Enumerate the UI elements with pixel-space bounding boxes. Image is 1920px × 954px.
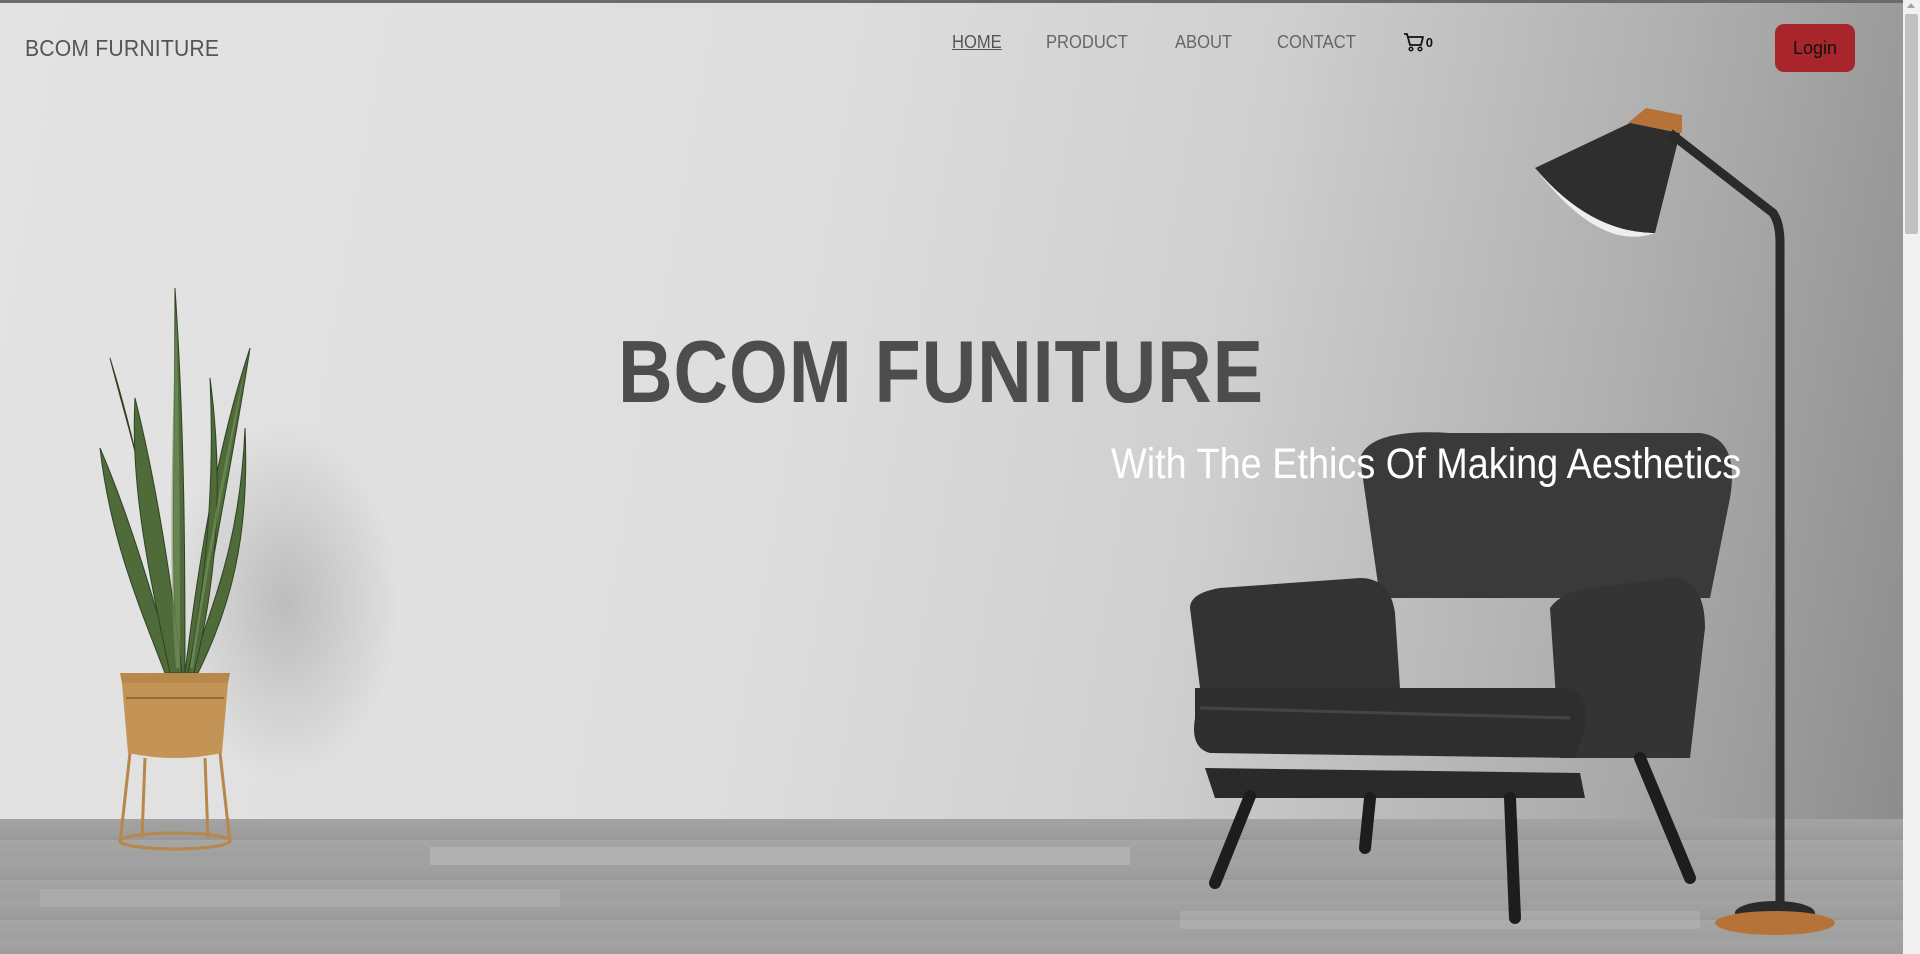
scroll-thumb[interactable]	[1905, 14, 1918, 234]
potted-plant-image	[99, 287, 251, 851]
cart-count: 0	[1425, 34, 1433, 50]
nav-link-product[interactable]: PRODUCT	[1046, 32, 1128, 53]
scroll-up-icon[interactable]	[1907, 3, 1915, 8]
nav-link-contact[interactable]: CONTACT	[1277, 32, 1356, 53]
floor-lamp-image	[1535, 108, 1835, 935]
page-scrollbar[interactable]	[1903, 0, 1920, 954]
hero-subtitle: With The Ethics Of Making Aesthetics	[1111, 440, 1742, 488]
top-navbar: BCOM FURNITURE HOME PRODUCT ABOUT CONTAC…	[0, 3, 1903, 93]
nav-link-home[interactable]: HOME	[952, 32, 1002, 53]
hero-section: BCOM FURNITURE HOME PRODUCT ABOUT CONTAC…	[0, 0, 1903, 954]
cart-icon	[1403, 31, 1425, 53]
brand-logo[interactable]: BCOM FURNITURE	[25, 35, 219, 62]
nav-menu: HOME PRODUCT ABOUT CONTACT 0	[952, 31, 1433, 53]
nav-link-about[interactable]: ABOUT	[1175, 32, 1232, 53]
login-button[interactable]: Login	[1775, 24, 1855, 72]
hero-title: BCOM FUNITURE	[618, 322, 1265, 421]
cart-button[interactable]: 0	[1403, 31, 1433, 53]
